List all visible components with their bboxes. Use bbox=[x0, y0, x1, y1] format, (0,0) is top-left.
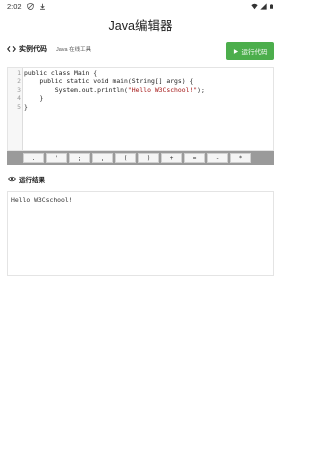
line-number: 1 bbox=[17, 69, 21, 77]
code-line: 3 System.out.println("Hello W3Cschool!")… bbox=[8, 86, 273, 94]
page-title: Java编辑器 bbox=[108, 19, 173, 33]
code-lines: 1 public class Main { 2 public static vo… bbox=[8, 69, 273, 111]
code-line: 2 public static void main(String[] args)… bbox=[8, 77, 273, 85]
line-number: 4 bbox=[17, 94, 21, 103]
symbol-key-period[interactable]: . bbox=[23, 153, 44, 163]
status-bar: 2:02 bbox=[0, 0, 281, 12]
symbol-key-close-paren[interactable]: ) bbox=[138, 153, 159, 163]
result-section-title: 运行结果 bbox=[19, 177, 45, 184]
code-text: System.out.println( bbox=[24, 85, 128, 94]
code-text: ); bbox=[197, 85, 205, 94]
code-line: 1 public class Main { bbox=[8, 69, 273, 77]
shield-icon bbox=[26, 2, 34, 10]
symbol-key-equals[interactable]: = bbox=[184, 153, 205, 163]
download-icon bbox=[39, 3, 45, 10]
symbol-key-quote[interactable]: ' bbox=[46, 153, 67, 163]
play-icon bbox=[233, 48, 238, 54]
run-code-button[interactable]: 运行代码 bbox=[226, 42, 274, 60]
symbol-key-semicolon[interactable]: ; bbox=[69, 153, 90, 163]
output-panel: Hello W3Cschool! bbox=[7, 191, 274, 276]
symbol-key-asterisk[interactable]: * bbox=[230, 153, 251, 163]
status-time: 2:02 bbox=[7, 1, 22, 11]
code-icon bbox=[7, 46, 16, 52]
code-section-title: 实例代码 bbox=[19, 46, 47, 53]
string-literal: "Hello W3Cschool!" bbox=[127, 85, 198, 94]
code-line: 4 } bbox=[8, 94, 273, 102]
line-number: 5 bbox=[17, 102, 21, 111]
line-code: System.out.println("Hello W3Cschool!"); bbox=[21, 86, 205, 94]
symbol-key-plus[interactable]: + bbox=[161, 153, 182, 163]
line-code: public class Main { bbox=[24, 69, 98, 77]
symbol-key-open-paren[interactable]: ( bbox=[115, 153, 136, 163]
line-number: 3 bbox=[17, 85, 21, 94]
line-number: 2 bbox=[17, 77, 21, 86]
line-code: } bbox=[24, 94, 44, 103]
result-section-header: 运行结果 bbox=[8, 174, 45, 184]
wifi-icon bbox=[251, 3, 258, 9]
symbol-key-minus[interactable]: - bbox=[207, 153, 228, 163]
symbol-key-bar: . ' ; , ( ) + = - * bbox=[7, 151, 274, 165]
run-code-label: 运行代码 bbox=[241, 49, 268, 56]
code-section-subtitle: Java 在线工具 bbox=[56, 47, 92, 53]
battery-icon bbox=[270, 3, 273, 9]
code-section-header: 实例代码 Java 在线工具 bbox=[7, 44, 91, 54]
code-line: 5 } bbox=[8, 103, 273, 111]
symbol-key-comma[interactable]: , bbox=[92, 153, 113, 163]
code-editor[interactable]: 1 public class Main { 2 public static vo… bbox=[7, 67, 274, 151]
output-text: Hello W3Cschool! bbox=[11, 196, 73, 204]
line-code: } bbox=[24, 102, 28, 111]
line-code: public static void main(String[] args) { bbox=[24, 77, 194, 86]
signal-icon bbox=[260, 2, 267, 10]
eye-icon bbox=[8, 176, 16, 182]
